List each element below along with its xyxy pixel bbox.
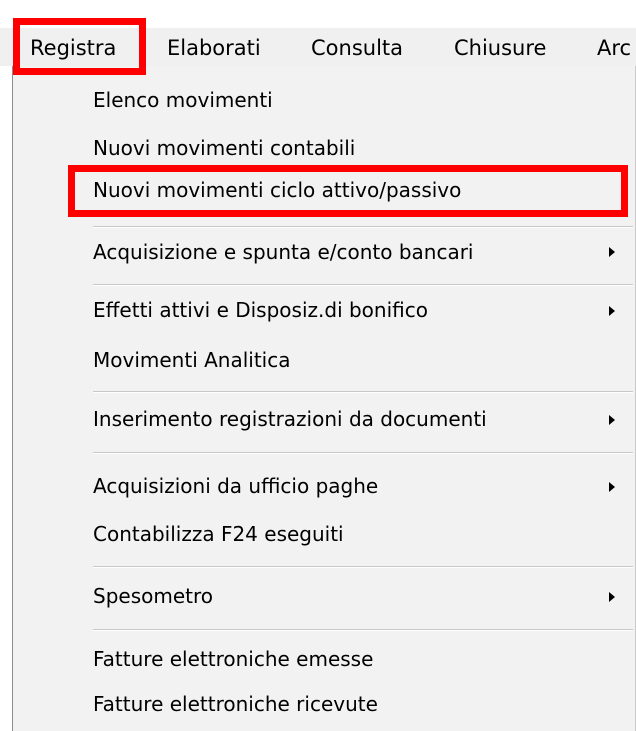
- submenu-arrow-icon: [609, 306, 615, 316]
- menu-separator: [93, 226, 633, 228]
- registra-dropdown-menu: Elenco movimenti Nuovi movimenti contabi…: [12, 66, 636, 731]
- menu-item-contabilizza-f24[interactable]: Contabilizza F24 eseguiti: [93, 516, 344, 552]
- menu-item-acquisizione-spunta[interactable]: Acquisizione e spunta e/conto bancari: [93, 234, 474, 270]
- menu-item-fatture-ricevute[interactable]: Fatture elettroniche ricevute: [93, 686, 378, 722]
- menu-registra[interactable]: Registra: [30, 33, 116, 63]
- menu-item-nuovi-movimenti-contabili[interactable]: Nuovi movimenti contabili: [93, 130, 355, 166]
- menu-separator: [93, 452, 633, 454]
- menu-separator: [93, 284, 633, 286]
- submenu-arrow-icon: [609, 592, 615, 602]
- submenu-arrow-icon: [609, 247, 615, 257]
- menu-separator: [93, 629, 633, 631]
- menu-archivi-partial[interactable]: Arc: [597, 33, 631, 63]
- menu-separator: [93, 391, 633, 393]
- menu-consulta[interactable]: Consulta: [311, 33, 403, 63]
- menu-item-inserimento-registrazioni[interactable]: Inserimento registrazioni da documenti: [93, 401, 487, 437]
- submenu-arrow-icon: [609, 415, 615, 425]
- menu-item-fatture-emesse[interactable]: Fatture elettroniche emesse: [93, 641, 373, 677]
- menu-elaborati[interactable]: Elaborati: [167, 33, 261, 63]
- menu-item-elenco-movimenti[interactable]: Elenco movimenti: [93, 82, 273, 118]
- submenu-arrow-icon: [609, 482, 615, 492]
- menu-item-acquisizioni-paghe[interactable]: Acquisizioni da ufficio paghe: [93, 468, 378, 504]
- menu-item-spesometro[interactable]: Spesometro: [93, 578, 213, 614]
- menu-item-effetti-attivi[interactable]: Effetti attivi e Disposiz.di bonifico: [93, 292, 428, 328]
- menu-separator: [93, 566, 633, 568]
- menu-chiusure[interactable]: Chiusure: [454, 33, 546, 63]
- menu-item-nuovi-movimenti-ciclo[interactable]: Nuovi movimenti ciclo attivo/passivo: [93, 172, 461, 208]
- menu-item-movimenti-analitica[interactable]: Movimenti Analitica: [93, 342, 290, 378]
